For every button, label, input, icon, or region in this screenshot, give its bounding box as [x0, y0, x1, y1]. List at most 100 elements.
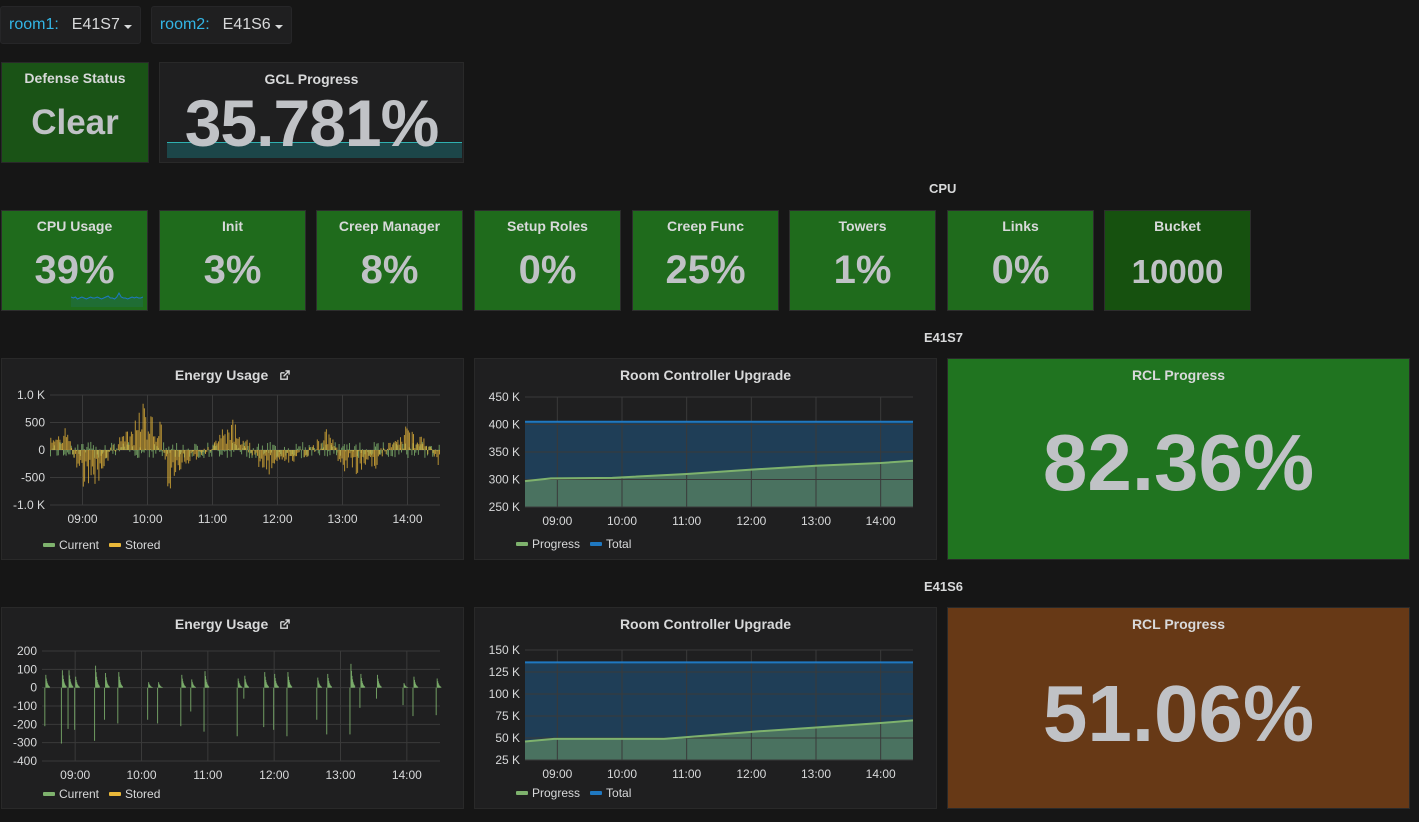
bar-current: [320, 686, 322, 688]
cpu-stat-panel-creep-manager[interactable]: Creep Manager 8%: [316, 210, 463, 311]
legend-swatch: [516, 542, 528, 546]
bar-current: [185, 686, 187, 688]
external-link-icon[interactable]: [279, 370, 290, 381]
bar-current: [117, 687, 119, 724]
rcl-progress-value: 82.36%: [1042, 418, 1315, 507]
bar-stored: [185, 450, 187, 464]
bar-stored: [84, 450, 86, 482]
legend-item-stored[interactable]: Stored: [109, 538, 160, 552]
y-tick-label: 125 K: [489, 665, 520, 679]
bar-current: [229, 450, 231, 452]
bar-stored: [177, 450, 179, 466]
bar-current: [99, 449, 101, 450]
legend-item-stored[interactable]: Stored: [109, 787, 160, 801]
energy-usage-chart-room1[interactable]: 1.0 K 500 0 -500 -1.0 K 09:00 10:00 11:00 12:00 1…: [2, 387, 465, 532]
bar-stored: [130, 431, 132, 450]
legend-item-progress[interactable]: Progress: [516, 786, 580, 800]
bar-current: [161, 450, 163, 457]
room-controller-upgrade-chart-room1[interactable]: 450 K 400 K 350 K 300 K 250 K 09:00 10:00 11:00…: [475, 387, 938, 532]
bar-stored: [303, 450, 305, 458]
bar-stored: [73, 450, 75, 458]
room2-variable-dropdown[interactable]: room2: E41S6: [150, 6, 292, 44]
energy-usage-chart-room2[interactable]: 200 100 0 -100 -200 -300 -400 09:00 10:00 11:00 12…: [2, 636, 465, 781]
bar-stored: [160, 424, 162, 450]
rcl-progress-panel-room1[interactable]: RCL Progress 82.36%: [947, 358, 1410, 560]
gcl-progress-panel[interactable]: GCL Progress 35.781%: [159, 62, 464, 163]
y-tick-label: 50 K: [495, 731, 520, 745]
energy-usage-panel-room2[interactable]: Energy Usage 200 100 0 -100 -200 -300 -400 09:0…: [1, 607, 464, 809]
bar-stored: [72, 450, 74, 455]
bar-stored: [420, 436, 422, 450]
room-controller-upgrade-panel-room1[interactable]: Room Controller Upgrade 450 K 400 K 350 K 3…: [474, 358, 937, 560]
cpu-stat-panel-links[interactable]: Links 0%: [947, 210, 1094, 311]
bar-current: [336, 450, 337, 456]
bar-current: [241, 450, 243, 455]
room-controller-upgrade-chart-room2[interactable]: 150 K 125 K 100 K 75 K 50 K 25 K 09:00 10:00 11:…: [475, 636, 938, 781]
y-tick-label: -100: [13, 699, 37, 713]
legend-item-total[interactable]: Total: [590, 786, 631, 800]
energy-usage-panel-room1[interactable]: Energy Usage 1.0 K 500 0 -500 -1.0 K 09:00 10:…: [1, 358, 464, 560]
y-tick-label: 300 K: [489, 473, 520, 487]
bar-current: [72, 686, 74, 688]
legend-item-current[interactable]: Current: [43, 538, 99, 552]
bar-stored: [132, 433, 134, 450]
rcl-progress-panel-room2[interactable]: RCL Progress 51.06%: [947, 607, 1410, 809]
bar-current: [69, 450, 71, 455]
row-title-cpu[interactable]: CPU: [929, 181, 956, 196]
bar-stored: [88, 450, 89, 484]
legend-item-progress[interactable]: Progress: [516, 537, 580, 551]
cpu-stat-panel-creep-func[interactable]: Creep Func 25%: [632, 210, 779, 311]
bar-stored: [103, 450, 105, 467]
room1-variable-dropdown[interactable]: room1: E41S7: [0, 6, 141, 44]
bar-stored: [372, 450, 374, 457]
bar-current: [165, 448, 167, 450]
cpu-stat-value: 0%: [991, 248, 1050, 292]
defense-status-panel[interactable]: Defense Status Clear: [1, 62, 149, 163]
bar-stored: [86, 450, 88, 467]
y-tick-label: 250 K: [489, 500, 520, 514]
external-link-icon[interactable]: [279, 619, 290, 630]
bar-current: [157, 687, 159, 724]
legend-item-current[interactable]: Current: [43, 787, 99, 801]
bar-current: [203, 687, 205, 732]
cpu-stat-panel-bucket[interactable]: Bucket 10000: [1104, 210, 1251, 311]
row-title-room1[interactable]: E41S7: [924, 330, 963, 345]
x-tick-label: 11:00: [193, 768, 222, 781]
bar-stored: [413, 434, 414, 450]
bar-current: [269, 442, 271, 450]
cpu-stat-panel-cpu-usage[interactable]: CPU Usage 39%: [1, 210, 148, 311]
cpu-stat-panel-towers[interactable]: Towers 1%: [789, 210, 936, 311]
legend-label: Progress: [532, 537, 581, 551]
bar-stored: [51, 442, 53, 450]
cpu-stat-panel-init[interactable]: Init 3%: [159, 210, 306, 311]
bar-stored: [415, 444, 417, 450]
bar-current: [362, 449, 363, 450]
bar-stored: [102, 450, 104, 469]
row-title-room2[interactable]: E41S6: [924, 579, 963, 594]
bar-stored: [124, 441, 126, 450]
bar-stored: [429, 446, 431, 450]
bar-stored: [377, 450, 379, 457]
bar-current: [380, 450, 382, 455]
bar-stored: [114, 450, 115, 451]
cpu-stat-panel-setup-roles[interactable]: Setup Roles 0%: [474, 210, 621, 311]
bar-current: [203, 450, 205, 459]
bar-stored: [107, 450, 109, 461]
bar-stored: [223, 435, 225, 450]
bar-current: [415, 450, 417, 453]
bar-current: [316, 687, 318, 720]
room1-variable-value: E41S7: [71, 16, 120, 33]
cpu-stat-value: 25%: [665, 248, 746, 292]
bar-stored: [397, 439, 399, 450]
bar-stored: [176, 450, 178, 461]
bar-current: [329, 450, 331, 456]
bar-current: [424, 450, 426, 458]
bar-current: [354, 685, 356, 688]
bar-stored: [318, 441, 320, 450]
x-tick-label: 09:00: [60, 768, 90, 781]
bar-stored: [329, 437, 331, 450]
bar-stored: [389, 442, 391, 450]
bar-stored: [145, 417, 147, 450]
legend-item-total[interactable]: Total: [590, 537, 631, 551]
room-controller-upgrade-panel-room2[interactable]: Room Controller Upgrade 150 K 125 K 100 K 7…: [474, 607, 937, 809]
